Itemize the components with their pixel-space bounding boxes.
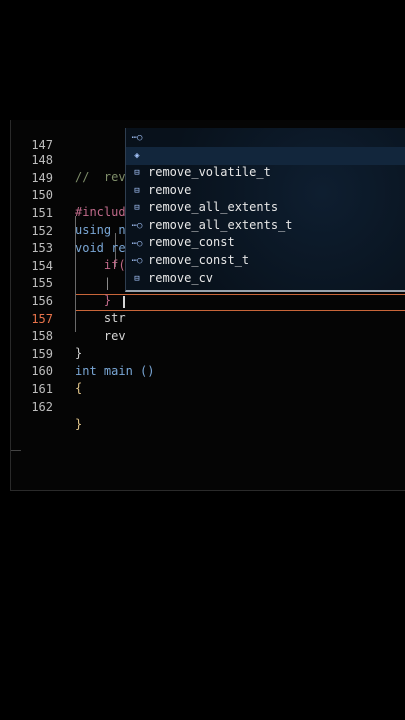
autocomplete-item-selected[interactable]: ◈ remove <box>126 147 405 197</box>
struct-icon: ⋯○ <box>131 239 143 249</box>
code-line-current[interactable]: 157 rev <box>11 294 405 343</box>
cube-icon: ◈ <box>134 151 140 161</box>
autocomplete-item[interactable]: ⋯○ remove_const_t <box>126 217 405 267</box>
gutter-divider <box>11 450 21 451</box>
struct-icon: ⋯○ <box>131 221 143 231</box>
autocomplete-popup[interactable]: ⋯○ remove_volatile_t ◈ remove ⊟ remove_a… <box>125 128 405 292</box>
code-line[interactable]: 162 } <box>11 382 405 431</box>
autocomplete-item[interactable]: ⊟ remove_all_extents <box>126 164 405 214</box>
autocomplete-item[interactable]: ⊟ remove_const <box>126 199 405 249</box>
struct-icon: ⊟ <box>134 203 140 213</box>
line-number: 162 <box>31 400 53 414</box>
text-cursor <box>123 296 125 308</box>
autocomplete-item[interactable]: ⋯○ remove_cv_t <box>126 252 405 290</box>
autocomplete-item[interactable]: ⊟ remove_extent <box>126 270 405 288</box>
code-brace: } <box>75 417 83 431</box>
autocomplete-item[interactable]: ⋯○ remove_cv <box>126 235 405 285</box>
struct-icon: ⊟ <box>134 274 140 284</box>
code-line[interactable]: 160 { <box>11 346 405 395</box>
autocomplete-item[interactable]: ⋯○ remove_volatile_t <box>126 129 405 179</box>
struct-icon: ⋯○ <box>131 133 143 143</box>
autocomplete-label: remove_cv_t <box>148 287 227 290</box>
code-line[interactable]: 158 } <box>11 311 405 360</box>
struct-icon: ⊟ <box>134 168 140 178</box>
struct-icon: ⊟ <box>134 186 140 196</box>
code-line[interactable]: 159 int main () <box>11 329 405 378</box>
autocomplete-item[interactable]: ⊟ remove_all_extents_t <box>126 182 405 232</box>
struct-icon: ⋯○ <box>131 256 143 266</box>
code-line[interactable]: 161 <box>11 364 405 396</box>
